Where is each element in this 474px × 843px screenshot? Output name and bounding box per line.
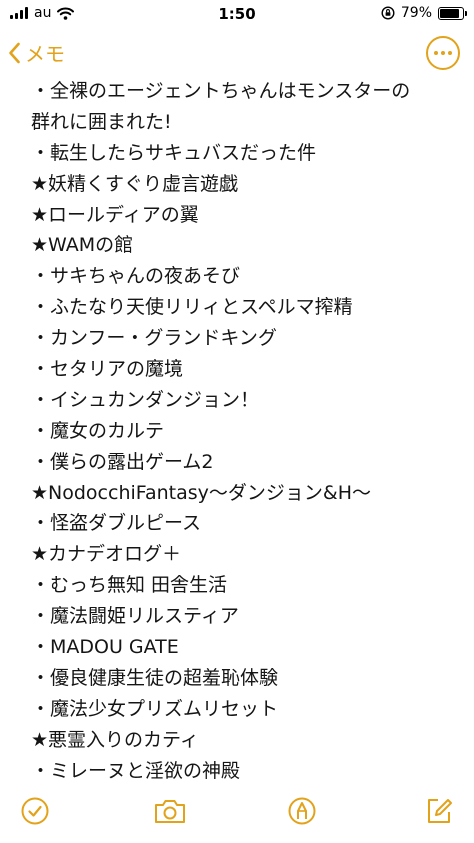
chevron-left-icon [9,42,20,63]
note-line: ・ふたなり天使リリィとスペルマ搾精 [31,296,353,319]
note-line: ・イシュカンダンジョン！ [31,388,260,411]
battery-icon [438,6,467,20]
camera-icon [155,800,185,823]
note-line: ・僕らの露出ゲーム2 [31,450,214,473]
note-line: ★カナデオログ＋ [31,543,182,566]
note-line: ・むっち無知 田舎生活 [31,574,228,597]
note-line: ★NodocchiFantasy〜ダンジョン&H〜 [31,481,371,504]
note-line: ・全裸のエージェントちゃんはモンスターの [31,80,411,102]
note-line: ・怪盗ダブルピース [31,512,202,535]
note-line: ★妖精くすぐり虚言遊戯 [31,172,239,195]
ellipsis-dot [448,51,452,55]
checklist-button[interactable] [17,793,53,829]
note-body[interactable]: ・全裸のエージェントちゃんはモンスターの 群れに囲まれた! ・転生したらサキュバスだ… [31,76,451,786]
note-line: ★ロールディアの翼 [31,203,199,226]
bottom-toolbar [0,791,474,843]
note-line: ・魔法少女プリズムリセット [31,697,279,720]
ellipsis-dot [434,51,438,55]
rotation-lock-icon [381,6,395,20]
back-button-label: メモ [25,42,65,66]
battery-level-fill [440,8,459,18]
markup-button[interactable] [284,793,320,829]
note-line: ・ミレーヌと淫欲の神殿 [31,759,241,782]
ellipsis-dot [441,51,445,55]
navigation-bar: メモ [0,34,474,74]
note-line: ・転生したらサキュバスだった件 [31,141,317,164]
back-button[interactable]: メモ [8,38,65,67]
more-options-button[interactable] [426,36,460,70]
checklist-icon [21,797,49,825]
note-line: ・カンフー・グランドキング [31,327,277,350]
status-bar: au 1:50 79% [0,0,474,30]
status-right: 79% [381,5,467,21]
note-line: 群れに囲まれた! [31,110,172,133]
battery-percent: 79% [400,5,432,21]
note-line: ・優良健康生徒の超羞恥体験 [31,666,279,689]
note-line: ・サキちゃんの夜あそび [31,265,241,288]
markup-icon [288,797,316,825]
compose-icon [428,799,452,823]
note-line: ★WAMの館 [31,234,134,257]
note-line: ・セタリアの魔境 [31,358,184,381]
note-line: ★悪霊入りのカティ [31,728,199,751]
camera-button[interactable] [152,793,188,829]
compose-button[interactable] [421,793,457,829]
note-line: ・魔女のカルテ [31,419,165,442]
note-line: ・MADOU GATE [31,636,179,659]
note-line: ・魔法闘姫リルスティア [31,605,239,628]
